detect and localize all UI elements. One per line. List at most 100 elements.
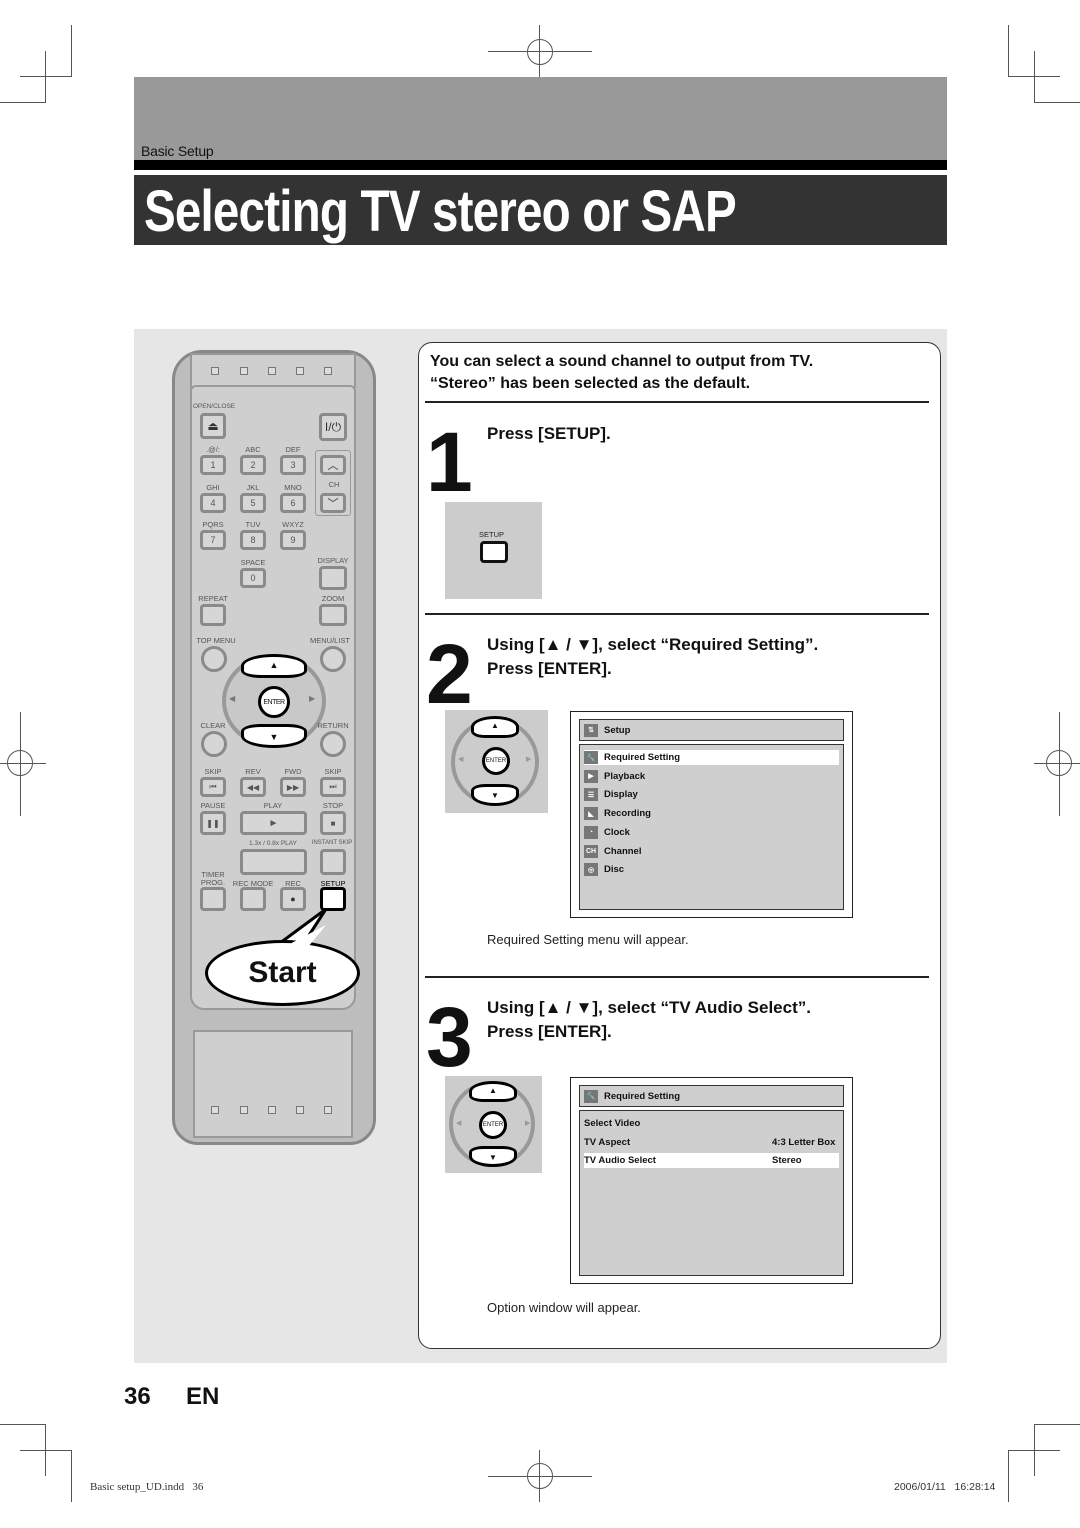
instant-skip-button[interactable] bbox=[320, 849, 346, 875]
timer-prog-button[interactable] bbox=[200, 887, 226, 911]
top-menu-button[interactable] bbox=[201, 646, 227, 672]
intro-line-1: You can select a sound channel to output… bbox=[430, 353, 814, 370]
setting-label: TV Audio Select bbox=[584, 1155, 656, 1167]
digit-6-button[interactable]: 6 bbox=[280, 493, 306, 513]
step-2-line-1: Using [▲ / ▼], select “Required Setting”… bbox=[487, 635, 819, 654]
setup-menu-item[interactable]: ▶ Playback bbox=[584, 769, 839, 784]
pause-button[interactable]: ❚❚ bbox=[200, 811, 226, 835]
digit-5-button[interactable]: 5 bbox=[240, 493, 266, 513]
recording-icon: ◣ bbox=[584, 807, 598, 821]
required-setting-row[interactable]: Select Video bbox=[584, 1116, 839, 1131]
play-button[interactable]: ► bbox=[240, 811, 307, 835]
setup-menu-list: 🔧 Required Setting ▶ Playback ☰ Display ◣ Recor… bbox=[579, 744, 844, 910]
speed-play-button[interactable] bbox=[240, 849, 307, 875]
key-label: 1.3x / 0.8x PLAY bbox=[249, 840, 297, 847]
key-label: JKL bbox=[246, 483, 260, 492]
enter-icon: ENTER bbox=[482, 747, 510, 775]
required-setting-row[interactable]: TV Audio Select Stereo bbox=[584, 1153, 839, 1169]
skip-back-button[interactable]: ⏮ bbox=[200, 777, 226, 797]
dpad-up-icon: ▲ bbox=[471, 716, 519, 738]
setup-icon: ⇅ bbox=[584, 723, 598, 737]
power-button[interactable]: I/⏻ bbox=[319, 413, 347, 441]
setup-menu-item-label: Disc bbox=[604, 864, 625, 876]
eject-button[interactable]: ⏏ bbox=[200, 413, 226, 439]
arrow-right-icon: ▶ bbox=[309, 694, 316, 703]
required-menu-list: Select Video TV Aspect 4:3 Letter Box TV Au… bbox=[579, 1110, 844, 1276]
dpad-left-button[interactable]: ◀ bbox=[229, 694, 235, 703]
digit-2-button[interactable]: 2 bbox=[240, 455, 266, 475]
key-label: TUV bbox=[245, 520, 261, 529]
setup-menu-item[interactable]: CH Channel bbox=[584, 844, 839, 859]
arrow-down-icon: ▼ bbox=[269, 732, 279, 742]
skip-back-icon: ⏮ bbox=[209, 782, 217, 791]
dpad-down-button[interactable]: ▼ bbox=[241, 724, 307, 748]
key-label: ABC bbox=[245, 445, 261, 454]
arrow-up-icon: ▲ bbox=[269, 660, 279, 670]
clear-button[interactable] bbox=[201, 731, 227, 757]
digit-4-button[interactable]: 4 bbox=[200, 493, 226, 513]
rev-button[interactable]: ◀◀ bbox=[240, 777, 266, 797]
step-number: 2 bbox=[426, 627, 473, 721]
setup-menu-item[interactable]: ◔ Clock bbox=[584, 825, 839, 840]
dpad-up-button[interactable]: ▲ bbox=[241, 654, 307, 678]
key-label: REV bbox=[245, 767, 261, 776]
fwd-button[interactable]: ▶▶ bbox=[280, 777, 306, 797]
key-label: DISPLAY bbox=[317, 556, 349, 565]
chevron-down-icon: ﹀ bbox=[327, 498, 339, 510]
setup-menu-item[interactable]: ☰ Display bbox=[584, 787, 839, 802]
digit-8-button[interactable]: 8 bbox=[240, 530, 266, 550]
wrench-icon: 🔧 bbox=[584, 1089, 598, 1103]
step-number: 3 bbox=[426, 990, 473, 1084]
led-indicator bbox=[211, 367, 219, 375]
page-number: 36 bbox=[124, 1383, 151, 1410]
digit-0-button[interactable]: 0 bbox=[240, 568, 266, 588]
key-label: SPACE bbox=[240, 558, 266, 567]
rewind-icon: ◀◀ bbox=[246, 782, 260, 792]
stop-button[interactable]: ■ bbox=[320, 811, 346, 835]
pause-icon: ❚❚ bbox=[206, 818, 220, 828]
required-setting-screen: 🔧 Required Setting Select Video TV Aspect… bbox=[570, 1077, 853, 1284]
channel-icon: CH bbox=[584, 844, 598, 858]
setup-menu-header: ⇅ Setup bbox=[579, 719, 844, 741]
digit-9-button[interactable]: 9 bbox=[280, 530, 306, 550]
display-button[interactable] bbox=[319, 566, 347, 590]
divider bbox=[425, 401, 929, 403]
setup-menu-item[interactable]: 🔧 Required Setting bbox=[584, 750, 839, 765]
open-close-label: OPEN/CLOSE bbox=[192, 403, 236, 410]
setup-menu-item[interactable]: ◣ Recording bbox=[584, 806, 839, 821]
play-icon: ▶ bbox=[584, 769, 598, 783]
channel-up-button[interactable]: ︿ bbox=[320, 455, 346, 475]
setup-menu-item-label: Recording bbox=[604, 808, 651, 820]
digit-7-button[interactable]: 7 bbox=[200, 530, 226, 550]
return-button[interactable] bbox=[320, 731, 346, 757]
setting-label: TV Aspect bbox=[584, 1136, 631, 1148]
dpad-right-button[interactable]: ▶ bbox=[309, 694, 315, 703]
setup-menu-item-label: Channel bbox=[604, 845, 642, 857]
key-label: MENU/LIST bbox=[309, 636, 351, 645]
setup-menu-item[interactable]: ◎ Disc bbox=[584, 862, 839, 877]
skip-fwd-button[interactable]: ⏭ bbox=[320, 777, 346, 797]
key-label: SKIP bbox=[204, 767, 222, 776]
step-3-line-1: Using [▲ / ▼], select “TV Audio Select”. bbox=[487, 998, 811, 1017]
required-setting-row[interactable]: TV Aspect 4:3 Letter Box bbox=[584, 1135, 839, 1150]
setup-key-icon bbox=[480, 541, 508, 563]
arrow-left-icon: ◀ bbox=[229, 694, 236, 703]
dpad-up-icon: ▲ bbox=[469, 1081, 517, 1102]
channel-down-button[interactable]: ﹀ bbox=[320, 493, 346, 513]
intro-line-2: “Stereo” has been selected as the defaul… bbox=[430, 375, 751, 392]
header-band bbox=[134, 77, 947, 160]
setup-menu-item-label: Required Setting bbox=[604, 752, 681, 763]
digit-3-button[interactable]: 3 bbox=[280, 455, 306, 475]
digit-1-button[interactable]: 1 bbox=[200, 455, 226, 475]
repeat-button[interactable] bbox=[200, 604, 226, 626]
led-indicator bbox=[268, 367, 276, 375]
enter-button[interactable]: ENTER bbox=[258, 686, 290, 718]
menu-list-button[interactable] bbox=[320, 646, 346, 672]
step-3-note: Option window will appear. bbox=[487, 1300, 641, 1315]
zoom-button[interactable] bbox=[319, 604, 347, 626]
setup-menu-item-label: Clock bbox=[604, 826, 630, 838]
disc-icon: ◎ bbox=[584, 863, 598, 877]
intro-text: You can select a sound channel to output… bbox=[430, 351, 930, 395]
dpad-illustration: ▲ ▼ ◀ ▶ ENTER bbox=[445, 710, 548, 813]
step-1-text: Press [SETUP]. bbox=[487, 424, 611, 443]
